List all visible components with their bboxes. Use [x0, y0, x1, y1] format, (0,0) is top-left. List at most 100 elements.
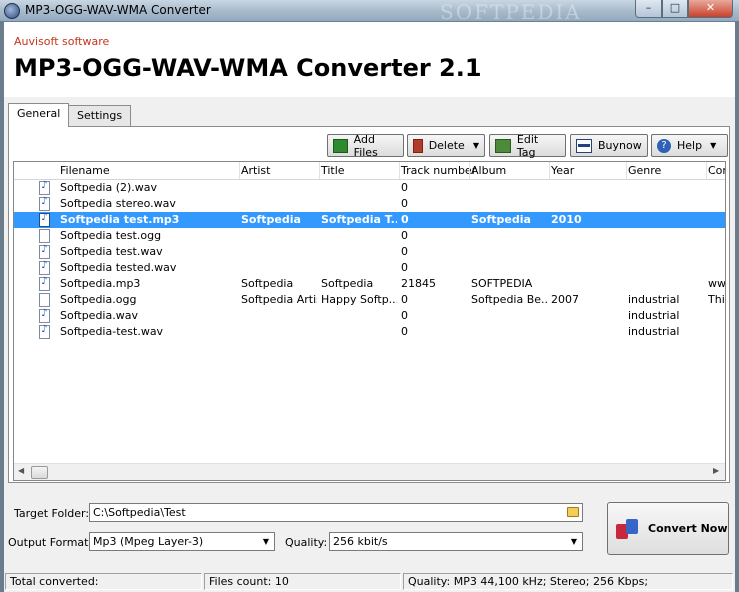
scrollbar-thumb[interactable] [31, 466, 48, 479]
cell-track: 0 [401, 229, 408, 242]
maximize-button[interactable]: □ [662, 0, 688, 18]
cell-filename: Softpedia tested.wav [60, 261, 177, 274]
status-total-converted: Total converted: [5, 573, 202, 590]
cell-filename: Softpedia.ogg [60, 293, 137, 306]
maximize-icon: □ [669, 1, 681, 14]
table-row[interactable]: Softpedia.ogg Softpedia Artist Happy Softp… [14, 292, 725, 308]
cell-track: 0 [401, 309, 408, 322]
general-tab-panel: Add Files Delete ▼ Edit Tag Buynow ? Hel… [8, 126, 730, 483]
output-format-label: Output Format: [8, 536, 93, 549]
cell-track: 0 [401, 213, 409, 226]
chevron-down-icon: ▼ [710, 141, 717, 150]
cell-album: SOFTPEDIA [471, 277, 533, 290]
cell-filename: Softpedia (2).wav [60, 181, 158, 194]
cell-track: 0 [401, 245, 408, 258]
credit-card-icon [576, 138, 592, 153]
header-banner: Auvisoft software MP3-OGG-WAV-WMA Conver… [4, 22, 735, 97]
cell-album: Softpedia Be... [471, 293, 547, 306]
audio-file-icon [39, 276, 50, 291]
cell-title: Softpedia [321, 277, 374, 290]
column-year[interactable]: Year [551, 164, 574, 177]
delete-button[interactable]: Delete ▼ [407, 134, 485, 157]
window-title: MP3-OGG-WAV-WMA Converter [25, 3, 211, 17]
edit-tag-button[interactable]: Edit Tag [489, 133, 566, 159]
file-list[interactable]: Filename Artist Title Track number Album… [13, 161, 726, 481]
column-artist[interactable]: Artist [241, 164, 270, 177]
audio-file-icon [39, 196, 50, 211]
column-track-number[interactable]: Track number [401, 164, 476, 177]
edit-tag-icon [495, 138, 511, 153]
cell-filename: Softpedia stereo.wav [60, 197, 176, 210]
add-files-label: Add Files [353, 132, 378, 159]
add-files-button[interactable]: Add Files [327, 132, 404, 159]
cell-artist: Softpedia [241, 213, 301, 226]
cell-year: 2010 [551, 213, 582, 226]
table-row[interactable]: Softpedia test.ogg 0 [14, 228, 725, 244]
blank-file-icon [39, 293, 50, 307]
add-files-icon [333, 138, 348, 153]
audio-file-icon [39, 260, 50, 275]
column-filename[interactable]: Filename [60, 164, 110, 177]
cell-comment: www [708, 277, 726, 290]
cell-track: 0 [401, 293, 408, 306]
quality-select[interactable]: 256 kbit/s ▼ [329, 532, 583, 551]
audio-file-icon [39, 244, 50, 259]
delete-icon [413, 138, 423, 153]
tab-general[interactable]: General [8, 103, 70, 127]
cell-track: 0 [401, 325, 408, 338]
help-label: Help [677, 139, 703, 152]
help-button[interactable]: ? Help ▼ [651, 134, 728, 157]
status-files-count: Files count: 10 [204, 573, 401, 590]
cell-album: Softpedia [471, 213, 531, 226]
column-comment[interactable]: Com [708, 164, 725, 177]
table-row[interactable]: Softpedia test.wav 0 [14, 244, 725, 260]
column-genre[interactable]: Genre [628, 164, 661, 177]
main-window: Auvisoft software MP3-OGG-WAV-WMA Conver… [4, 22, 735, 592]
cell-artist: Softpedia [241, 277, 294, 290]
buynow-button[interactable]: Buynow [570, 134, 648, 157]
blank-file-icon [39, 229, 50, 243]
table-row[interactable]: Softpedia stereo.wav 0 [14, 196, 725, 212]
table-row[interactable]: Softpedia (2).wav 0 [14, 180, 725, 196]
table-row[interactable]: Softpedia tested.wav 0 [14, 260, 725, 276]
audio-file-icon [39, 308, 50, 323]
vendor-name: Auvisoft software [14, 35, 110, 48]
title-bar[interactable]: MP3-OGG-WAV-WMA Converter SOFTPEDIA – □ … [0, 0, 739, 24]
output-format-select[interactable]: Mp3 (Mpeg Layer-3) ▼ [89, 532, 275, 551]
target-folder-label: Target Folder: [14, 507, 90, 520]
scroll-left-icon[interactable]: ◀ [18, 466, 24, 475]
cell-track: 21845 [401, 277, 436, 290]
horizontal-scrollbar[interactable]: ◀ ▶ [14, 463, 725, 480]
cell-genre: industrial [628, 309, 680, 322]
tab-settings[interactable]: Settings [68, 105, 132, 126]
close-icon: ✕ [705, 1, 716, 14]
target-folder-value: C:\Softpedia\Test [93, 506, 186, 519]
quality-value: 256 kbit/s [333, 535, 388, 548]
audio-file-icon [39, 212, 50, 227]
target-folder-input[interactable]: C:\Softpedia\Test [89, 503, 583, 522]
help-icon: ? [657, 138, 671, 153]
table-row[interactable]: Softpedia test.mp3 Softpedia Softpedia T..… [14, 212, 725, 228]
quality-label: Quality: [285, 536, 328, 549]
chevron-down-icon: ▼ [472, 141, 479, 150]
table-row[interactable]: Softpedia.mp3 Softpedia Softpedia 21845 SOFT… [14, 276, 726, 292]
convert-icon [616, 516, 640, 542]
convert-now-button[interactable]: Convert Now [607, 502, 729, 555]
minimize-button[interactable]: – [635, 0, 662, 18]
folder-icon[interactable] [567, 507, 579, 517]
output-format-value: Mp3 (Mpeg Layer-3) [93, 535, 204, 548]
table-row[interactable]: Softpedia-test.wav 0 industrial [14, 324, 725, 340]
app-icon[interactable] [4, 3, 20, 19]
scroll-right-icon[interactable]: ▶ [713, 466, 719, 475]
buynow-label: Buynow [598, 139, 642, 152]
column-album[interactable]: Album [471, 164, 506, 177]
list-header: Filename Artist Title Track number Album… [14, 162, 725, 180]
product-title: MP3-OGG-WAV-WMA Converter 2.1 [14, 54, 482, 82]
delete-label: Delete [428, 139, 465, 152]
column-title[interactable]: Title [321, 164, 345, 177]
minimize-icon: – [645, 1, 652, 14]
close-button[interactable]: ✕ [688, 0, 733, 18]
cell-filename: Softpedia test.mp3 [60, 213, 180, 226]
table-row[interactable]: Softpedia.wav 0 industrial [14, 308, 725, 324]
chevron-down-icon: ▼ [570, 537, 578, 546]
